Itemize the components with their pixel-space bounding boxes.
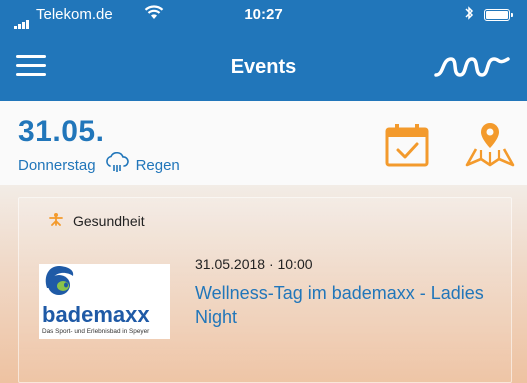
weekday-label: Donnerstag	[18, 156, 96, 174]
wellness-icon	[49, 212, 63, 229]
sws-logo-icon	[434, 55, 512, 84]
app-header: Telekom.de 10:27 Events	[0, 0, 527, 101]
date-header: 31.05. Donnerstag Regen	[0, 101, 527, 185]
event-datetime: 31.05.2018 · 10:00	[195, 256, 313, 272]
event-category-label: Gesundheit	[73, 212, 145, 229]
weather-row: Donnerstag Regen	[18, 151, 180, 178]
bademaxx-tagline: Das Sport- und Erlebnisbad in Speyer	[42, 328, 150, 335]
event-card[interactable]: Gesundheit bademaxx Das Sport- und Erleb…	[18, 197, 512, 383]
rain-cloud-icon	[104, 151, 130, 178]
weather-label: Regen	[135, 156, 180, 174]
bluetooth-icon	[464, 5, 474, 24]
selected-date: 31.05.	[18, 115, 105, 148]
event-list: Gesundheit bademaxx Das Sport- und Erleb…	[0, 185, 527, 383]
status-time: 10:27	[244, 6, 283, 23]
battery-icon	[484, 9, 513, 21]
map-pin-icon[interactable]	[464, 121, 516, 169]
event-title[interactable]: Wellness-Tag im bademaxx - Ladies Night	[195, 281, 495, 329]
bademaxx-logo-text: bademaxx	[42, 302, 150, 327]
status-bar: Telekom.de 10:27	[0, 0, 527, 30]
calendar-icon[interactable]	[385, 123, 429, 167]
event-image: bademaxx Das Sport- und Erlebnisbad in S…	[39, 264, 170, 339]
event-category: Gesundheit	[49, 212, 145, 229]
